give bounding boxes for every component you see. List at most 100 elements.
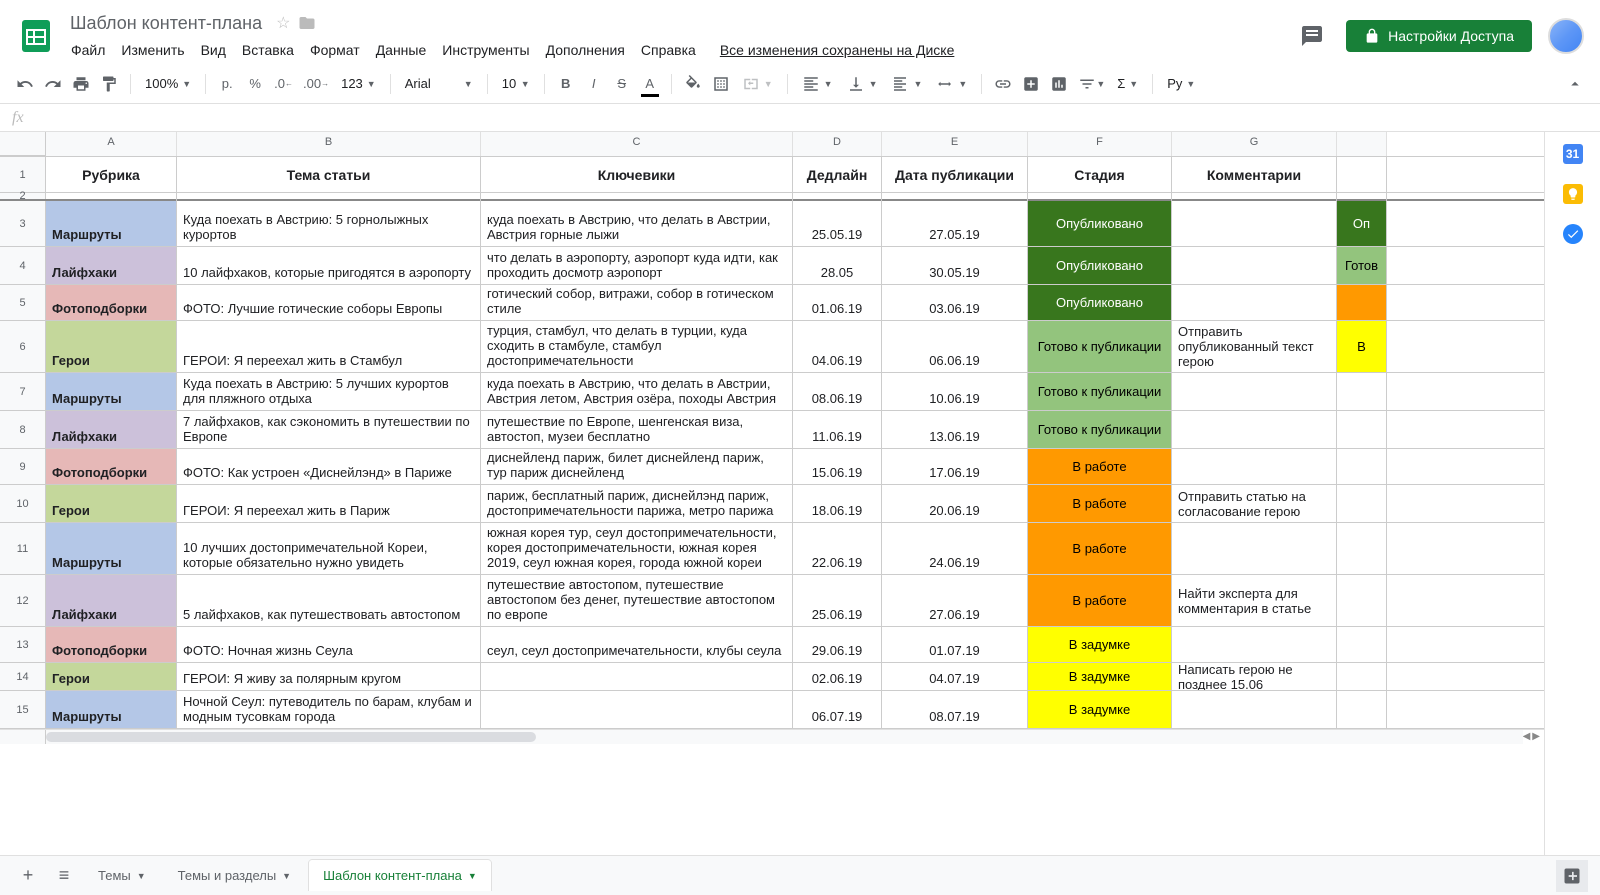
toolbar-collapse-button[interactable] bbox=[1562, 71, 1588, 97]
cell[interactable]: В задумке bbox=[1028, 691, 1172, 728]
cell[interactable]: 28.05 bbox=[793, 247, 882, 284]
share-button[interactable]: Настройки Доступа bbox=[1346, 20, 1532, 52]
row-header[interactable]: 7 bbox=[0, 373, 46, 410]
cell[interactable]: сеул, сеул достопримечательности, клубы … bbox=[481, 627, 793, 662]
cell[interactable]: Стадия bbox=[1028, 157, 1172, 192]
cell[interactable] bbox=[882, 193, 1028, 201]
row-header[interactable]: 1 bbox=[0, 157, 46, 192]
cell[interactable]: Тема статьи bbox=[177, 157, 481, 192]
cell[interactable]: Лайфхаки bbox=[46, 247, 177, 284]
all-sheets-button[interactable]: ≡ bbox=[48, 860, 80, 892]
cell[interactable]: Куда поехать в Австрию: 5 горнолыжных ку… bbox=[177, 201, 481, 246]
cell[interactable] bbox=[1172, 627, 1337, 662]
saved-status[interactable]: Все изменения сохранены на Диске bbox=[713, 38, 962, 62]
cell[interactable]: Лайфхаки bbox=[46, 411, 177, 448]
cell[interactable] bbox=[1337, 449, 1387, 484]
cell[interactable]: ГЕРОИ: Я переехал жить в Париж bbox=[177, 485, 481, 522]
row-header[interactable]: 3 bbox=[0, 201, 46, 246]
menu-Дополнения[interactable]: Дополнения bbox=[539, 38, 632, 62]
cell[interactable] bbox=[1172, 247, 1337, 284]
cell[interactable]: В задумке bbox=[1028, 663, 1172, 690]
cell[interactable] bbox=[1337, 485, 1387, 522]
decrease-decimal-button[interactable]: .0← bbox=[270, 71, 297, 97]
cell[interactable]: Готово к публикации bbox=[1028, 411, 1172, 448]
add-sheet-button[interactable]: + bbox=[12, 860, 44, 892]
row-header[interactable]: 15 bbox=[0, 691, 46, 728]
functions-button[interactable]: Σ▼ bbox=[1111, 71, 1144, 97]
horizontal-scroll[interactable]: ◀▶ bbox=[0, 729, 1544, 743]
cell[interactable]: Маршруты bbox=[46, 523, 177, 574]
row-header[interactable]: 11 bbox=[0, 523, 46, 574]
select-all-corner[interactable] bbox=[0, 132, 46, 156]
cell[interactable]: 06.06.19 bbox=[882, 321, 1028, 372]
row-header[interactable]: 2 bbox=[0, 193, 46, 199]
font-select[interactable]: Arial▼ bbox=[399, 71, 479, 97]
menu-Данные[interactable]: Данные bbox=[369, 38, 434, 62]
cell[interactable]: В работе bbox=[1028, 575, 1172, 626]
sheets-logo[interactable] bbox=[16, 16, 56, 56]
cell[interactable]: 29.06.19 bbox=[793, 627, 882, 662]
menu-Файл[interactable]: Файл bbox=[64, 38, 112, 62]
cell[interactable]: Отправить статью на согласование герою bbox=[1172, 485, 1337, 522]
cell[interactable]: путешествие по Европе, шенгенская виза, … bbox=[481, 411, 793, 448]
row-header[interactable]: 10 bbox=[0, 485, 46, 522]
col-header-A[interactable]: A bbox=[46, 132, 177, 156]
star-icon[interactable]: ☆ bbox=[276, 13, 290, 33]
cell[interactable]: ФОТО: Ночная жизнь Сеула bbox=[177, 627, 481, 662]
cell[interactable] bbox=[481, 663, 793, 690]
cell[interactable]: Опубликовано bbox=[1028, 285, 1172, 320]
zoom-select[interactable]: 100%▼ bbox=[139, 71, 197, 97]
user-avatar[interactable] bbox=[1548, 18, 1584, 54]
cell[interactable] bbox=[1172, 373, 1337, 410]
paint-format-button[interactable] bbox=[96, 71, 122, 97]
menu-Инструменты[interactable]: Инструменты bbox=[435, 38, 536, 62]
fill-color-button[interactable] bbox=[680, 71, 706, 97]
cell[interactable]: 04.06.19 bbox=[793, 321, 882, 372]
cell[interactable] bbox=[1172, 285, 1337, 320]
row-header[interactable]: 13 bbox=[0, 627, 46, 662]
cell[interactable]: 10 лучших достопримечательной Кореи, кот… bbox=[177, 523, 481, 574]
menu-Вид[interactable]: Вид bbox=[194, 38, 233, 62]
cell[interactable]: париж, бесплатный париж, диснейлэнд пари… bbox=[481, 485, 793, 522]
row-header[interactable]: 5 bbox=[0, 285, 46, 320]
cell[interactable]: диснейленд париж, билет диснейленд париж… bbox=[481, 449, 793, 484]
row-header[interactable]: 14 bbox=[0, 663, 46, 690]
cell[interactable]: В задумке bbox=[1028, 627, 1172, 662]
cell[interactable] bbox=[1172, 523, 1337, 574]
number-format-select[interactable]: 123▼ bbox=[335, 71, 382, 97]
sheet-tab[interactable]: Темы и разделы▼ bbox=[164, 860, 305, 891]
cell[interactable]: 18.06.19 bbox=[793, 485, 882, 522]
cell[interactable]: В работе bbox=[1028, 485, 1172, 522]
keep-side-icon[interactable] bbox=[1563, 184, 1583, 204]
cell[interactable]: 20.06.19 bbox=[882, 485, 1028, 522]
cell[interactable]: 02.06.19 bbox=[793, 663, 882, 690]
cell[interactable]: 7 лайфхаков, как сэкономить в путешестви… bbox=[177, 411, 481, 448]
cell[interactable]: ФОТО: Как устроен «Диснейлэнд» в Париже bbox=[177, 449, 481, 484]
undo-button[interactable] bbox=[12, 71, 38, 97]
italic-button[interactable]: I bbox=[581, 71, 607, 97]
wrap-button[interactable]: ▼ bbox=[885, 71, 928, 97]
cell[interactable]: Герои bbox=[46, 485, 177, 522]
cell[interactable] bbox=[1172, 201, 1337, 246]
cell[interactable]: 13.06.19 bbox=[882, 411, 1028, 448]
cell[interactable]: ФОТО: Лучшие готические соборы Европы bbox=[177, 285, 481, 320]
cell[interactable]: Маршруты bbox=[46, 201, 177, 246]
cell[interactable]: 30.05.19 bbox=[882, 247, 1028, 284]
cell[interactable] bbox=[1337, 627, 1387, 662]
cell[interactable]: 10.06.19 bbox=[882, 373, 1028, 410]
cell[interactable] bbox=[1337, 285, 1387, 320]
cell[interactable]: 10 лайфхаков, которые пригодятся в аэроп… bbox=[177, 247, 481, 284]
cell[interactable]: Отправить опубликованный текст герою bbox=[1172, 321, 1337, 372]
row-header[interactable]: 9 bbox=[0, 449, 46, 484]
cell[interactable] bbox=[1337, 523, 1387, 574]
cell[interactable]: что делать в аэропорту, аэропорт куда ид… bbox=[481, 247, 793, 284]
increase-decimal-button[interactable]: .00→ bbox=[299, 71, 333, 97]
cell[interactable] bbox=[1337, 157, 1387, 192]
cell[interactable]: Написать герою не позднее 15.06 bbox=[1172, 663, 1337, 690]
cell[interactable] bbox=[1172, 411, 1337, 448]
cell[interactable]: Лайфхаки bbox=[46, 575, 177, 626]
cell[interactable]: 22.06.19 bbox=[793, 523, 882, 574]
cell[interactable]: 27.06.19 bbox=[882, 575, 1028, 626]
cell[interactable]: 08.06.19 bbox=[793, 373, 882, 410]
col-header-H[interactable] bbox=[1337, 132, 1387, 156]
